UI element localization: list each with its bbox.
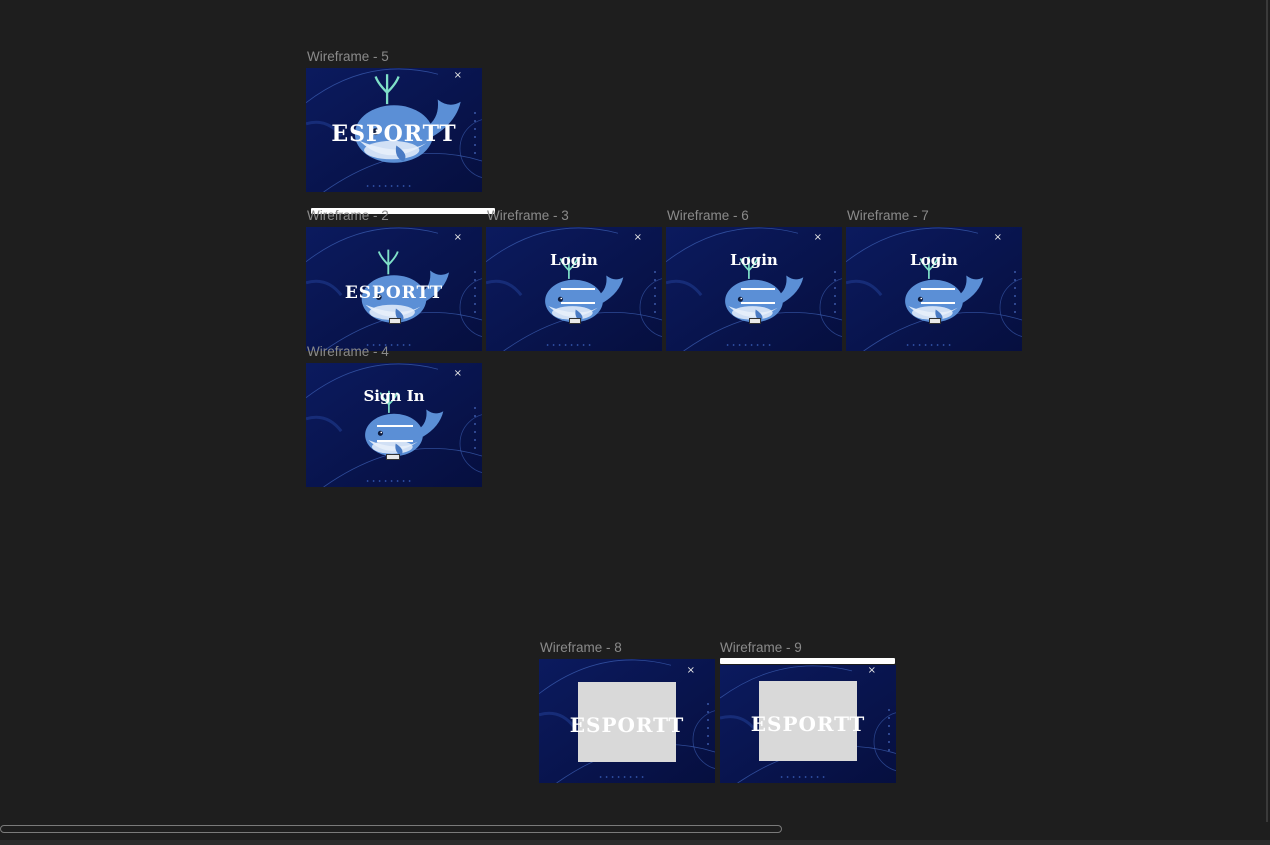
form-input-line: [921, 288, 955, 290]
frame-title: ESPORTT: [344, 283, 444, 303]
frame-title: ESPORTT: [750, 712, 866, 736]
form-input-line: [377, 425, 413, 427]
close-icon[interactable]: ×: [868, 666, 876, 676]
frame-button: [929, 318, 941, 324]
frame-label-wireframe-2[interactable]: Wireframe - 2: [307, 208, 389, 223]
frame-heading: Login: [550, 251, 598, 269]
frame-wireframe-5[interactable]: × ESPORTT: [306, 68, 482, 192]
form-input-line: [561, 302, 595, 304]
form-input-line: [741, 302, 775, 304]
design-canvas[interactable]: Wireframe - 5 × ESPORTT Wireframe - 2 × …: [0, 0, 1270, 845]
form-input-line: [377, 440, 413, 442]
frame-button: [749, 318, 761, 324]
frame-button: [569, 318, 581, 324]
frame-label-wireframe-9[interactable]: Wireframe - 9: [720, 640, 802, 655]
frame-heading: Sign In: [363, 387, 425, 405]
close-icon[interactable]: ×: [454, 71, 462, 81]
close-icon[interactable]: ×: [687, 666, 695, 676]
frame-wireframe-9[interactable]: × ESPORTT: [720, 665, 896, 783]
frame-wireframe-6[interactable]: × Login: [666, 227, 842, 351]
form-input-line: [561, 288, 595, 290]
frame-button: [389, 318, 401, 324]
close-icon[interactable]: ×: [634, 233, 642, 243]
close-icon[interactable]: ×: [454, 369, 462, 379]
frame-title: ESPORTT: [331, 121, 457, 147]
frame-title: ESPORTT: [569, 713, 685, 737]
frame-label-wireframe-6[interactable]: Wireframe - 6: [667, 208, 749, 223]
frame-label-wireframe-5[interactable]: Wireframe - 5: [307, 49, 389, 64]
frame-label-wireframe-7[interactable]: Wireframe - 7: [847, 208, 929, 223]
selection-bar: [720, 658, 895, 664]
frame-button: [386, 454, 400, 460]
canvas-right-edge: [1266, 0, 1268, 822]
frame-wireframe-8[interactable]: × ESPORTT: [539, 659, 715, 783]
frame-wireframe-7[interactable]: × Login: [846, 227, 1022, 351]
close-icon[interactable]: ×: [994, 233, 1002, 243]
form-input-line: [741, 288, 775, 290]
bottom-strip: [0, 840, 1270, 845]
form-input-line: [921, 302, 955, 304]
frame-label-wireframe-4[interactable]: Wireframe - 4: [307, 344, 389, 359]
frame-wireframe-4[interactable]: × Sign In: [306, 363, 482, 487]
frame-wireframe-3[interactable]: × Login: [486, 227, 662, 351]
close-icon[interactable]: ×: [814, 233, 822, 243]
frame-label-wireframe-8[interactable]: Wireframe - 8: [540, 640, 622, 655]
close-icon[interactable]: ×: [454, 233, 462, 243]
horizontal-scrollbar[interactable]: [0, 825, 782, 833]
frame-wireframe-2[interactable]: × ESPORTT: [306, 227, 482, 351]
frame-heading: Login: [910, 251, 958, 269]
frame-label-wireframe-3[interactable]: Wireframe - 3: [487, 208, 569, 223]
frame-heading: Login: [730, 251, 778, 269]
